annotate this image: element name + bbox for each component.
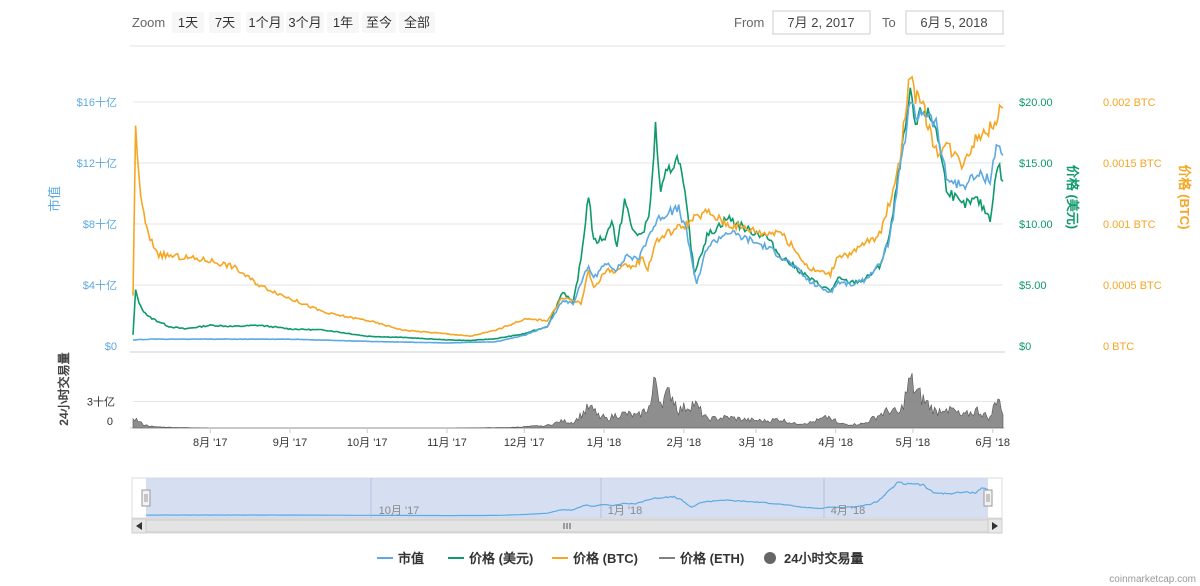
- svg-text:1年: 1年: [333, 15, 353, 30]
- x-tick-label: 11月 '17: [427, 437, 467, 449]
- market-cap-tick: $16十亿: [77, 95, 117, 109]
- x-tick-label: 3月 '18: [739, 437, 774, 449]
- price-usd-tick: $5.00: [1019, 280, 1047, 292]
- price-usd-tick: $0: [1019, 341, 1031, 353]
- market-cap-tick: $4十亿: [83, 278, 117, 292]
- market-cap-tick: $8十亿: [83, 217, 117, 231]
- legend-item-price-eth[interactable]: 价格 (ETH): [659, 551, 744, 566]
- legend-dot-icon: [764, 552, 776, 564]
- legend: 市值 价格 (美元) 价格 (BTC) 价格 (ETH) 24小时交易量: [377, 551, 863, 566]
- market-cap-line: [132, 101, 1004, 344]
- price-btc-tick: 0 BTC: [1103, 341, 1134, 353]
- price-btc-line: [132, 75, 1004, 338]
- svg-text:市值: 市值: [398, 551, 424, 566]
- line-series: [132, 75, 1004, 344]
- range-selector: Zoom 1天 7天 1个月 3个月 1年 至今 全部 From 7月 2, 2…: [132, 10, 1004, 35]
- svg-text:3个月: 3个月: [288, 15, 321, 30]
- market-cap-tick: $0: [105, 341, 117, 353]
- svg-text:7月 2, 2017: 7月 2, 2017: [787, 15, 854, 30]
- svg-text:1个月: 1个月: [248, 15, 281, 30]
- zoom-button-3m[interactable]: 3个月: [286, 12, 324, 33]
- from-label: From: [734, 15, 764, 30]
- volume-series: [132, 373, 1004, 429]
- volume-area: [132, 373, 1004, 429]
- zoom-label: Zoom: [132, 15, 165, 30]
- legend-item-market-cap[interactable]: 市值: [377, 551, 424, 566]
- x-tick-label: 1月 '18: [587, 437, 622, 449]
- x-tick-label: 8月 '17: [193, 437, 228, 449]
- navigator[interactable]: 10月 '17 1月 '18 4月 '18: [131, 477, 1003, 519]
- zoom-button-all[interactable]: 全部: [399, 12, 435, 33]
- navigator-tick: 4月 '18: [831, 505, 866, 517]
- price-usd-axis-title: 价格 (美元): [1065, 165, 1080, 229]
- navigator-left-handle[interactable]: [141, 489, 151, 507]
- legend-item-volume[interactable]: 24小时交易量: [764, 551, 863, 566]
- market-cap-axis-title: 市值: [47, 186, 62, 212]
- svg-text:24小时交易量: 24小时交易量: [784, 551, 863, 566]
- from-date-input[interactable]: 7月 2, 2017: [772, 10, 871, 35]
- gridlines: [133, 101, 1003, 402]
- zoom-button-1y[interactable]: 1年: [327, 12, 359, 33]
- to-date-input[interactable]: 6月 5, 2018: [905, 10, 1004, 35]
- price-btc-tick: 0.002 BTC: [1103, 97, 1156, 109]
- volume-tick: 3十亿: [87, 395, 115, 409]
- svg-text:1天: 1天: [178, 15, 198, 30]
- price-btc-tick: 0.0015 BTC: [1103, 158, 1162, 170]
- price-btc-tick: 0.0005 BTC: [1103, 280, 1162, 292]
- x-tick-label: 10月 '17: [347, 437, 388, 449]
- x-tick-label: 12月 '17: [504, 437, 545, 449]
- volume-axis-title: 24小时交易量: [56, 352, 71, 425]
- svg-text:全部: 全部: [404, 15, 430, 30]
- scrollbar[interactable]: [131, 518, 1003, 534]
- zoom-button-ytd[interactable]: 至今: [362, 12, 396, 33]
- x-tick-label: 2月 '18: [667, 437, 702, 449]
- svg-text:价格 (BTC): 价格 (BTC): [573, 551, 638, 566]
- x-tick-label: 5月 '18: [896, 437, 931, 449]
- legend-item-price-btc[interactable]: 价格 (BTC): [552, 551, 638, 566]
- x-tick-label: 4月 '18: [818, 437, 853, 449]
- price-usd-tick: $15.00: [1019, 158, 1053, 170]
- credit-link[interactable]: coinmarketcap.com: [1109, 574, 1196, 585]
- zoom-button-1d[interactable]: 1天: [172, 12, 204, 33]
- svg-text:至今: 至今: [366, 15, 392, 30]
- price-chart: Zoom 1天 7天 1个月 3个月 1年 至今 全部 From 7月 2, 2…: [47, 10, 1196, 585]
- scroll-right-button[interactable]: [987, 518, 1003, 534]
- navigator-tick: 1月 '18: [608, 505, 643, 517]
- to-label: To: [882, 15, 896, 30]
- x-tick-label: 6月 '18: [975, 437, 1010, 449]
- svg-text:7天: 7天: [215, 15, 235, 30]
- navigator-right-handle[interactable]: [983, 489, 993, 507]
- market-cap-tick: $12十亿: [77, 156, 117, 170]
- svg-text:价格 (ETH): 价格 (ETH): [680, 551, 744, 566]
- navigator-tick: 10月 '17: [379, 505, 420, 517]
- svg-text:6月 5, 2018: 6月 5, 2018: [920, 15, 987, 30]
- scroll-left-button[interactable]: [131, 518, 147, 534]
- legend-item-price-usd[interactable]: 价格 (美元): [448, 551, 533, 566]
- svg-text:价格 (美元): 价格 (美元): [469, 551, 533, 566]
- volume-tick: 0: [107, 416, 113, 428]
- price-btc-tick: 0.001 BTC: [1103, 219, 1156, 231]
- price-btc-axis-title: 价格 (BTC): [1177, 165, 1192, 230]
- price-usd-tick: $10.00: [1019, 219, 1053, 231]
- zoom-button-1m[interactable]: 1个月: [246, 12, 284, 33]
- zoom-button-7d[interactable]: 7天: [209, 12, 241, 33]
- price-usd-tick: $20.00: [1019, 97, 1053, 109]
- x-tick-label: 9月 '17: [273, 437, 308, 449]
